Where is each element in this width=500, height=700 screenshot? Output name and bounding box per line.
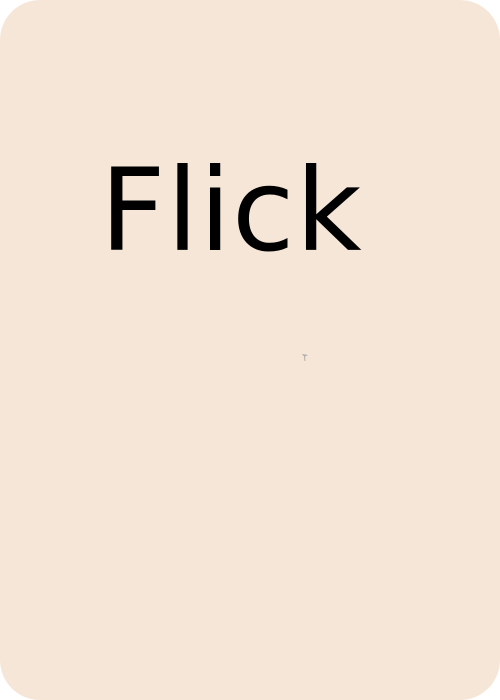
card-title: Flick <box>100 144 363 277</box>
mouse-pointer-icon <box>301 350 309 361</box>
flashcard[interactable]: Flick <box>0 0 500 700</box>
